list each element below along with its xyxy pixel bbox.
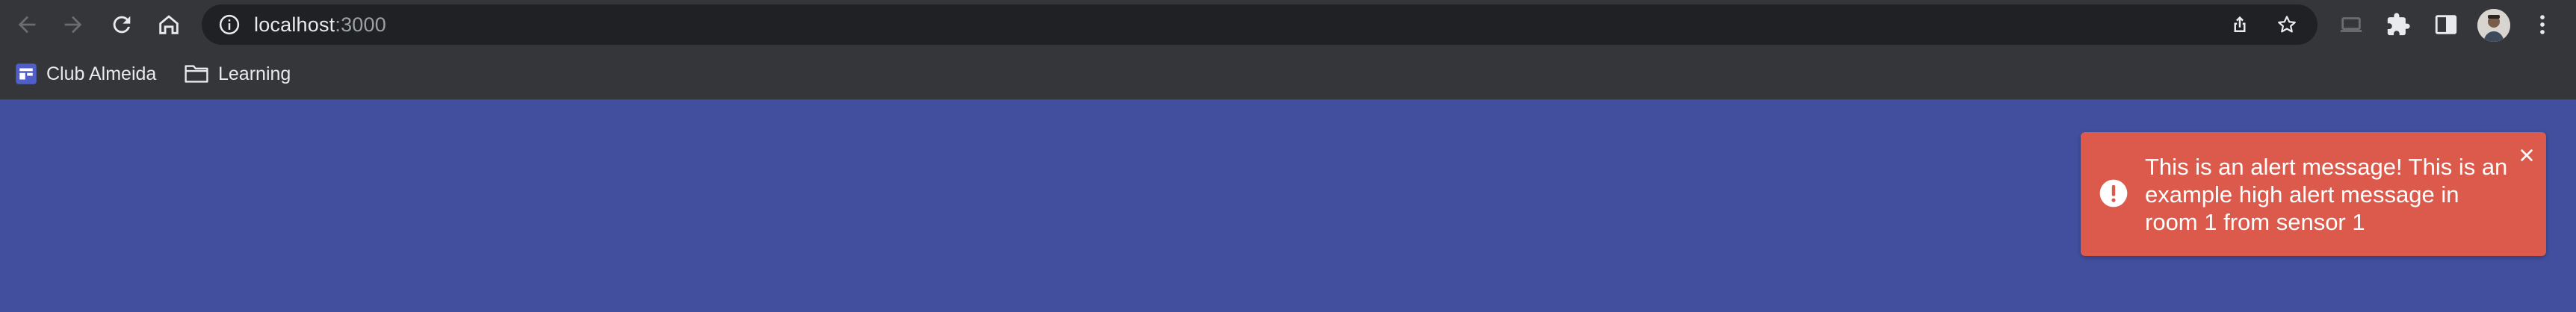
url-port: :3000 <box>335 13 386 36</box>
back-button[interactable] <box>10 8 43 41</box>
address-bar[interactable]: localhost:3000 <box>202 4 2318 45</box>
exclamation-circle-icon <box>2099 179 2128 208</box>
site-icon <box>16 63 37 84</box>
bookmark-label: Learning <box>218 63 291 84</box>
browser-toolbar: localhost:3000 <box>0 0 2576 49</box>
kebab-menu-icon[interactable] <box>2530 12 2555 37</box>
star-icon[interactable] <box>2276 13 2298 36</box>
arrow-forward-icon <box>64 16 82 34</box>
bookmark-label: Club Almeida <box>46 63 157 84</box>
avatar-image <box>2477 9 2510 42</box>
folder-icon <box>185 65 208 83</box>
alert-toast: This is an alert message! This is an exa… <box>2081 132 2546 256</box>
profile-avatar[interactable] <box>2477 9 2510 42</box>
alert-close-button[interactable] <box>2515 144 2538 166</box>
close-icon <box>2521 149 2533 161</box>
page-content: This is an alert message! This is an exa… <box>0 100 2576 312</box>
forward-button[interactable] <box>57 8 90 41</box>
bookmark-learning[interactable]: Learning <box>184 60 291 88</box>
reload-icon <box>113 16 131 34</box>
home-icon <box>159 15 179 34</box>
info-icon[interactable] <box>218 13 241 36</box>
puzzle-icon[interactable] <box>2385 12 2411 37</box>
bookmarks-bar: Club Almeida Learning <box>0 49 2576 100</box>
arrow-back-icon <box>18 16 36 34</box>
side-panel-icon[interactable] <box>2433 12 2459 37</box>
url-text[interactable]: localhost:3000 <box>254 4 386 45</box>
url-host: localhost <box>254 13 335 36</box>
home-button[interactable] <box>152 8 185 41</box>
share-icon[interactable] <box>2229 13 2251 36</box>
reload-button[interactable] <box>105 8 138 41</box>
cast-icon[interactable] <box>2338 12 2364 37</box>
alert-message: This is an alert message! This is an exa… <box>2145 154 2508 235</box>
bookmark-club-almeida[interactable]: Club Almeida <box>15 60 156 88</box>
